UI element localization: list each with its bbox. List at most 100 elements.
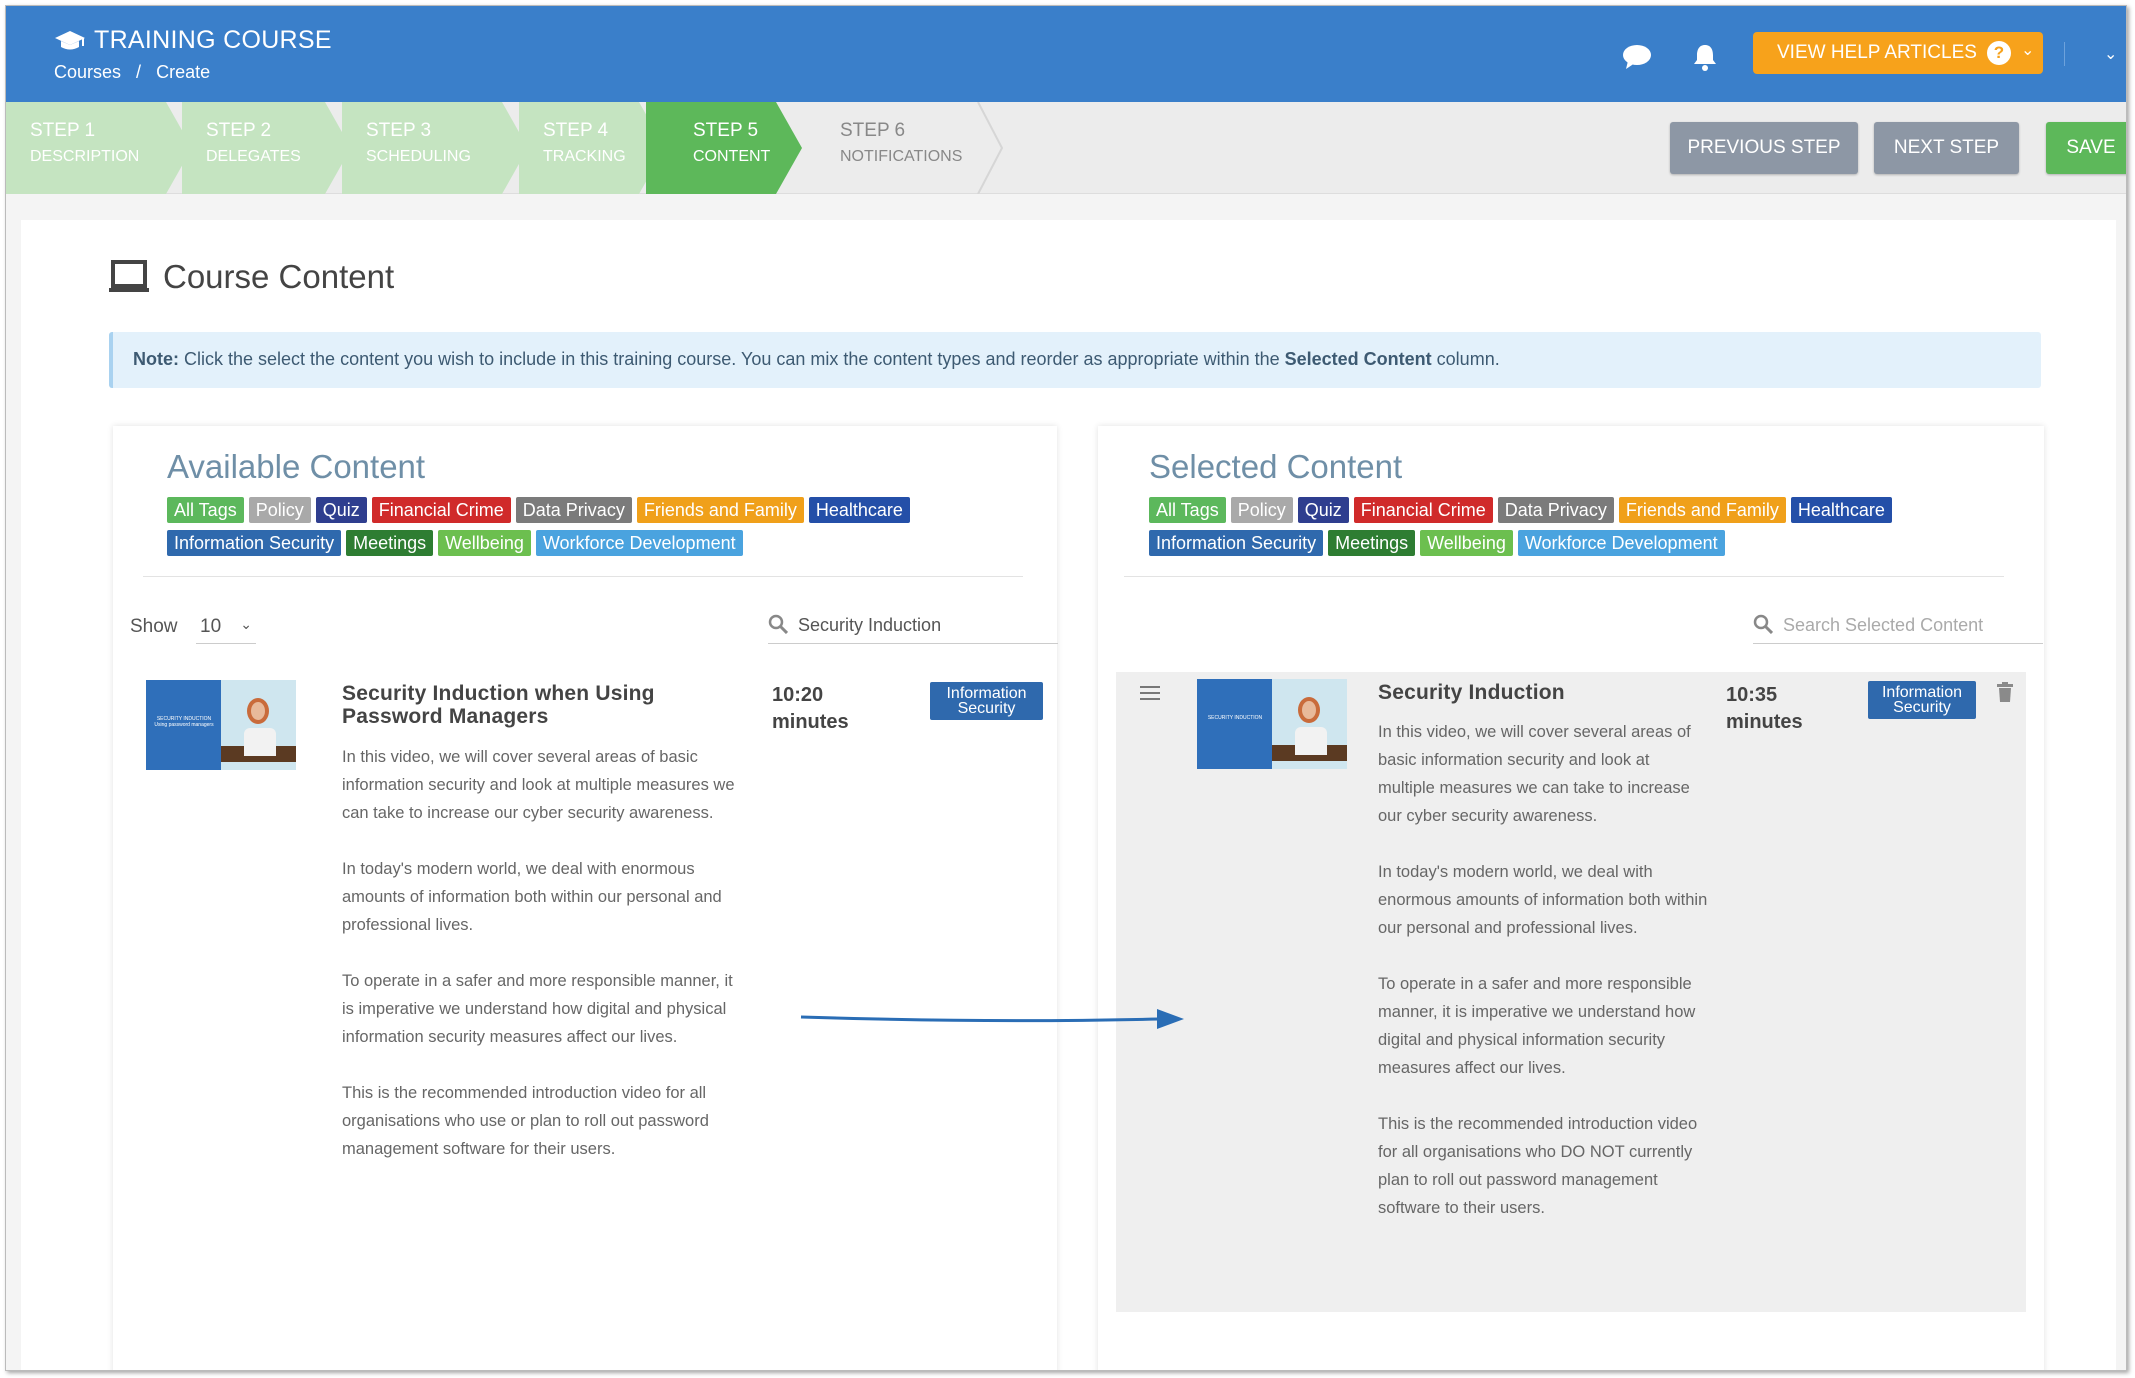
tag-workforce-development[interactable]: Workforce Development — [1517, 530, 1725, 556]
selected-content-title: Selected Content — [1149, 448, 1403, 485]
tag-all-tags[interactable]: All Tags — [1149, 497, 1226, 523]
tag-meetings[interactable]: Meetings — [346, 530, 434, 556]
page-size-select[interactable]: 10 ⌄ — [196, 610, 256, 644]
step-3-number: STEP 3 — [366, 120, 432, 141]
tag-all-tags[interactable]: All Tags — [167, 497, 244, 523]
app-title: TRAINING COURSE — [54, 26, 332, 55]
tag-quiz[interactable]: Quiz — [1297, 497, 1349, 523]
available-content-panel: Available Content All Tags Policy Quiz Fina… — [113, 426, 1058, 1370]
available-search-value: Security Induction — [798, 615, 942, 635]
tag-data-privacy[interactable]: Data Privacy — [515, 497, 632, 523]
step-1-number: STEP 1 — [30, 120, 96, 141]
thumbnail-figure — [1295, 727, 1327, 755]
breadcrumb: Courses / Create — [54, 62, 220, 83]
header-divider — [2064, 42, 2065, 66]
description-paragraph: In this video, we will cover several are… — [342, 748, 735, 822]
search-icon — [768, 614, 788, 634]
breadcrumb-separator: / — [136, 62, 142, 82]
course-content-card: Course Content Note: Click the select th… — [21, 220, 2116, 1370]
duration-unit: minutes — [772, 711, 849, 733]
drag-handle-icon[interactable] — [1140, 686, 1160, 700]
app-window: TRAINING COURSE Courses / Create VIEW HE… — [5, 5, 2127, 1371]
tag-financial-crime[interactable]: Financial Crime — [1353, 497, 1493, 523]
available-content-title: Available Content — [167, 448, 426, 485]
tag-healthcare[interactable]: Healthcare — [808, 497, 910, 523]
note-bold: Selected Content — [1284, 349, 1432, 369]
step-4-tracking[interactable]: STEP 4 TRACKING — [519, 102, 639, 194]
description-paragraph: To operate in a safer and more responsib… — [1378, 975, 1696, 1077]
tag-friends-and-family[interactable]: Friends and Family — [1618, 497, 1786, 523]
tag-healthcare[interactable]: Healthcare — [1790, 497, 1892, 523]
tag-filter-list: All Tags Policy Quiz Financial Crime Data Pr… — [167, 497, 1007, 563]
tag-policy[interactable]: Policy — [248, 497, 311, 523]
step-chevron — [977, 102, 1004, 194]
page-size-value: 10 — [200, 616, 222, 637]
description-paragraph: This is the recommended introduction vid… — [342, 1084, 709, 1158]
tag-workforce-development[interactable]: Workforce Development — [535, 530, 743, 556]
breadcrumb-courses[interactable]: Courses — [54, 62, 121, 82]
tag-policy[interactable]: Policy — [1230, 497, 1293, 523]
page-title-text: Course Content — [163, 258, 395, 295]
chevron-down-icon: ⌄ — [2020, 42, 2035, 59]
page-title: Course Content — [109, 258, 394, 296]
step-5-label: CONTENT — [693, 148, 771, 165]
tag-wellbeing[interactable]: Wellbeing — [1420, 530, 1513, 556]
show-label: Show — [130, 616, 178, 637]
tag-quiz[interactable]: Quiz — [315, 497, 367, 523]
divider — [143, 576, 1023, 577]
divider — [1124, 576, 2004, 577]
step-chevron — [776, 102, 802, 194]
step-1-description[interactable]: STEP 1 DESCRIPTION — [6, 102, 166, 194]
selected-search-input[interactable]: Search Selected Content — [1753, 604, 2043, 644]
view-help-articles-button[interactable]: VIEW HELP ARTICLES ? ⌄ — [1753, 32, 2043, 74]
save-button[interactable]: SAVE — [2046, 122, 2126, 174]
thumbnail-figure-head — [1298, 697, 1320, 723]
chat-icon[interactable] — [1622, 42, 1652, 72]
thumbnail-text: SECURITY INDUCTION — [1207, 715, 1263, 721]
chevron-down-icon: ⌄ — [240, 616, 252, 632]
thumbnail-figure — [244, 728, 276, 756]
help-button-label: VIEW HELP ARTICLES — [1777, 42, 1977, 63]
step-6-number: STEP 6 — [840, 120, 906, 141]
graduation-cap-icon — [55, 30, 85, 49]
step-3-scheduling[interactable]: STEP 3 SCHEDULING — [342, 102, 502, 194]
step-6-label: NOTIFICATIONS — [840, 148, 963, 165]
step-2-number: STEP 2 — [206, 120, 272, 141]
content-duration: 10:35 minutes — [1726, 682, 1803, 736]
step-2-delegates[interactable]: STEP 2 DELEGATES — [182, 102, 325, 194]
trash-icon[interactable] — [1996, 682, 2014, 702]
tag-financial-crime[interactable]: Financial Crime — [371, 497, 511, 523]
duration-time: 10:35 — [1726, 684, 1778, 706]
selected-search-placeholder: Search Selected Content — [1783, 615, 1984, 635]
thumbnail-figure-head — [247, 698, 269, 724]
step-4-number: STEP 4 — [543, 120, 609, 141]
duration-unit: minutes — [1726, 711, 1803, 733]
content-title: Security Induction — [1378, 681, 1565, 704]
info-note: Note: Click the select the content you w… — [109, 332, 2041, 388]
app-title-text: TRAINING COURSE — [94, 26, 332, 54]
duration-time: 10:20 — [772, 684, 824, 706]
tag-meetings[interactable]: Meetings — [1328, 530, 1416, 556]
tag-wellbeing[interactable]: Wellbeing — [438, 530, 531, 556]
content-description: In this video, we will cover several are… — [1378, 718, 1708, 1250]
bell-icon[interactable] — [1690, 42, 1720, 72]
user-menu-chevron-icon[interactable]: ⌄ — [2104, 44, 2117, 64]
description-paragraph: In today's modern world, we deal with en… — [342, 860, 722, 934]
available-search-input[interactable]: Security Induction — [768, 604, 1058, 644]
step-2-label: DELEGATES — [206, 148, 301, 165]
next-step-button[interactable]: NEXT STEP — [1874, 122, 2019, 174]
step-5-number: STEP 5 — [693, 120, 759, 141]
previous-step-button[interactable]: PREVIOUS STEP — [1670, 122, 1858, 174]
selected-content-panel: Selected Content All Tags Policy Quiz Finan… — [1098, 426, 2044, 1370]
step-5-content[interactable]: STEP 5 CONTENT — [646, 102, 776, 194]
tag-friends-and-family[interactable]: Friends and Family — [636, 497, 804, 523]
step-3-label: SCHEDULING — [366, 148, 471, 165]
tag-information-security[interactable]: Information Security — [1149, 530, 1324, 556]
video-thumbnail: SECURITY INDUCTION — [1197, 679, 1347, 769]
tag-information-security[interactable]: Information Security — [167, 530, 342, 556]
step-4-label: TRACKING — [543, 148, 626, 165]
tag-data-privacy[interactable]: Data Privacy — [1497, 497, 1614, 523]
question-icon: ? — [1986, 41, 2011, 65]
step-6-notifications[interactable]: STEP 6 NOTIFICATIONS — [816, 102, 986, 194]
search-icon — [1753, 614, 1773, 634]
